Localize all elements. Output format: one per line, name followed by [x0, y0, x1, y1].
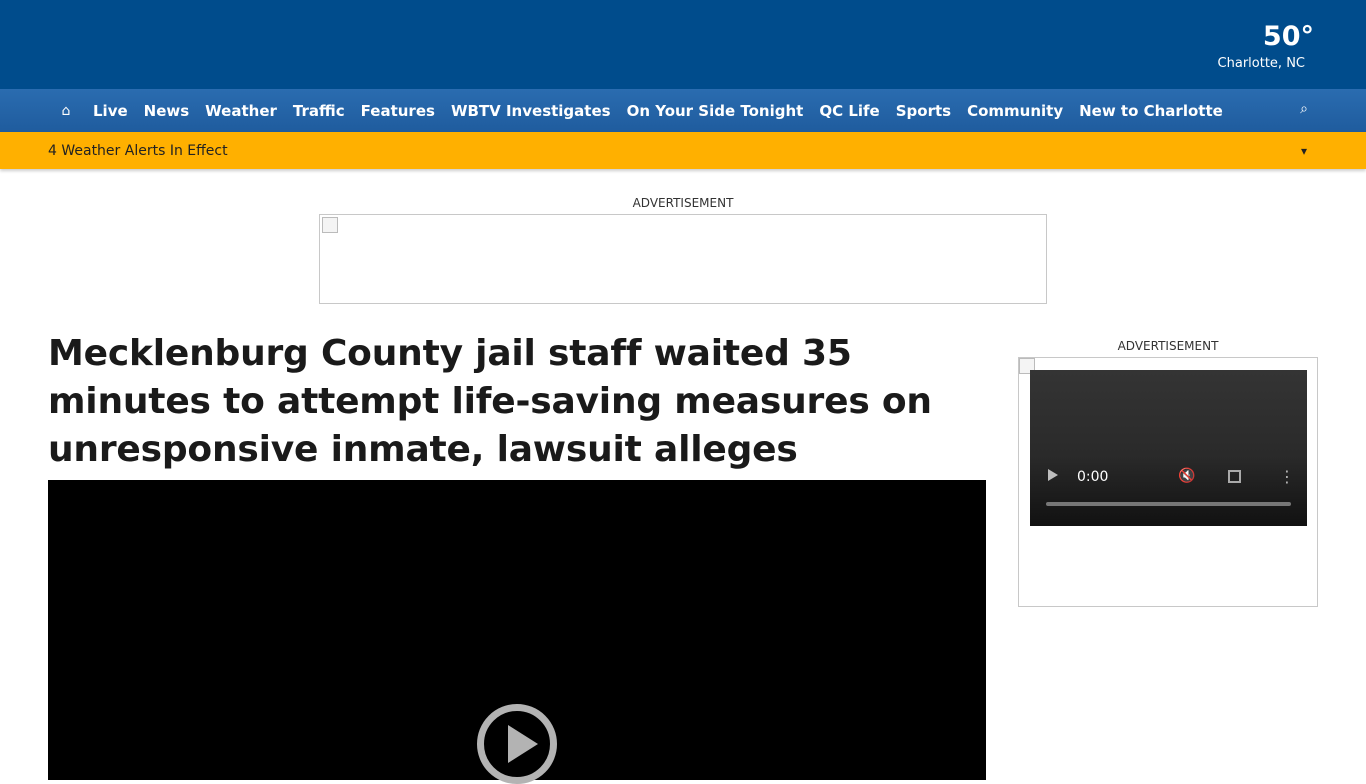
top-ad-label: ADVERTISEMENT	[632, 196, 734, 210]
nav-item-community[interactable]: Community	[967, 102, 1063, 120]
side-ad[interactable]: 0:00 🔇 ⋮	[1018, 357, 1318, 607]
nav-item-weather[interactable]: Weather	[205, 102, 277, 120]
nav-item-new-to-charlotte[interactable]: New to Charlotte	[1079, 102, 1223, 120]
play-icon[interactable]	[477, 704, 557, 784]
nav-item-traffic[interactable]: Traffic	[293, 102, 345, 120]
nav-item-on-your-side-tonight[interactable]: On Your Side Tonight	[627, 102, 804, 120]
top-ad-banner[interactable]	[319, 214, 1047, 304]
side-ad-label: ADVERTISEMENT	[1117, 339, 1219, 353]
weather-location: Charlotte, NC	[1217, 56, 1305, 71]
more-options-icon[interactable]: ⋮	[1279, 467, 1295, 486]
nav-item-wbtv-investigates[interactable]: WBTV Investigates	[451, 102, 611, 120]
chevron-down-icon[interactable]: ▾	[1294, 141, 1314, 161]
weather-alert-bar[interactable]: 4 Weather Alerts In Effect ▾	[0, 132, 1366, 169]
main-nav: ⌂ Live News Weather Traffic Features WBT…	[0, 89, 1366, 132]
weather-widget[interactable]: 50° Charlotte, NC	[1194, 20, 1314, 72]
fullscreen-icon[interactable]	[1228, 470, 1241, 483]
video-time: 0:00	[1077, 469, 1109, 485]
mute-icon[interactable]: 🔇	[1178, 468, 1195, 484]
nav-item-news[interactable]: News	[144, 102, 190, 120]
weather-temperature: 50°	[1262, 21, 1314, 52]
home-icon[interactable]: ⌂	[57, 103, 75, 119]
main-video-player[interactable]	[48, 480, 986, 784]
nav-item-live[interactable]: Live	[93, 102, 128, 120]
broken-image-icon	[322, 217, 338, 233]
nav-item-features[interactable]: Features	[361, 102, 435, 120]
nav-item-qc-life[interactable]: QC Life	[819, 102, 879, 120]
weather-alert-text[interactable]: 4 Weather Alerts In Effect	[48, 143, 228, 159]
article-headline: Mecklenburg County jail staff waited 35 …	[48, 333, 932, 470]
nav-item-sports[interactable]: Sports	[896, 102, 951, 120]
search-icon[interactable]: ⌕	[1294, 99, 1314, 119]
side-video-player[interactable]: 0:00 🔇 ⋮	[1030, 370, 1307, 526]
video-progress-bar[interactable]	[1046, 502, 1291, 506]
site-header: 50° Charlotte, NC	[0, 0, 1366, 89]
play-icon[interactable]	[1048, 469, 1058, 481]
